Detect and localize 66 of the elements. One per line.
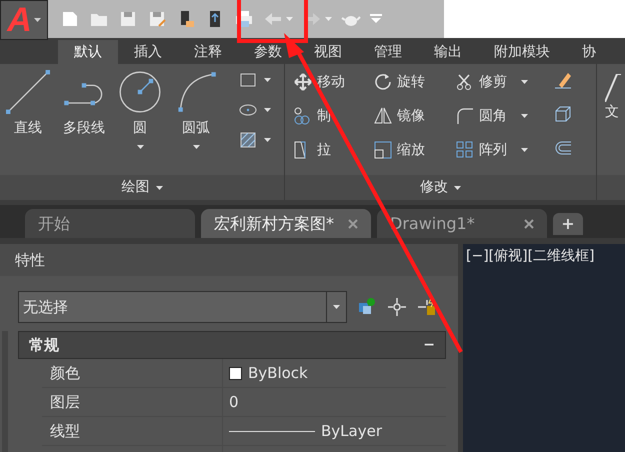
draw-tool-button[interactable]: 多段线	[58, 70, 110, 175]
ribbon-tab[interactable]: 管理	[374, 42, 402, 62]
annotation-frame	[237, 0, 308, 43]
modify-tool-button[interactable]: 缩放	[373, 138, 455, 162]
panel-title[interactable]: 修改	[285, 175, 596, 200]
draw-tool-button[interactable]: 圆弧	[170, 70, 222, 175]
rotate-icon[interactable]	[373, 72, 393, 92]
caret-icon	[264, 108, 271, 112]
draw-tool-button[interactable]: 直线	[2, 70, 54, 175]
modify-tool-button[interactable]: 拉	[293, 138, 373, 162]
ribbon-tab[interactable]: 输出	[434, 42, 462, 62]
file-tab[interactable]: 宏利新村方案图*	[201, 209, 371, 238]
close-icon[interactable]	[348, 218, 358, 228]
text-tool-icon[interactable]	[605, 74, 623, 102]
caret-icon	[264, 78, 271, 82]
cube-icon[interactable]	[553, 104, 573, 124]
modify-tool-button[interactable]: 旋转	[373, 70, 455, 94]
ribbon-tab[interactable]: 视图	[314, 42, 342, 62]
caret-icon	[286, 17, 293, 21]
ribbon-tab[interactable]: 注释	[194, 42, 222, 62]
color-swatch	[229, 366, 242, 380]
line-icon[interactable]	[6, 70, 50, 114]
section-header[interactable]: 常规 −	[18, 331, 446, 359]
caret-icon	[454, 186, 461, 190]
property-value: ByBlock	[248, 362, 308, 384]
close-icon[interactable]	[524, 218, 534, 228]
circle-icon[interactable]	[118, 70, 162, 114]
caret-icon	[325, 17, 332, 21]
hatch-icon[interactable]	[238, 130, 258, 150]
viewport-controls[interactable]: [−][俯视][二维线框]	[466, 248, 595, 264]
quick-select-icon[interactable]	[357, 297, 377, 317]
modify-tool-button[interactable]: 圆角	[455, 104, 547, 128]
property-value: 0	[229, 392, 239, 413]
crosshair-icon[interactable]	[387, 297, 407, 317]
pick-objects-icon[interactable]	[417, 297, 437, 317]
modify-tool-button[interactable]: 移动	[293, 70, 373, 94]
property-name: 线型	[42, 417, 223, 445]
caret-icon	[156, 186, 162, 190]
ribbon-tab[interactable]: 默认	[58, 40, 118, 64]
property-name: 图层	[42, 388, 223, 416]
scale-squares-icon[interactable]	[373, 140, 393, 160]
property-name: 颜色	[42, 359, 223, 387]
fillet-corner-icon[interactable]	[455, 106, 475, 126]
eraser-icon[interactable]	[553, 70, 573, 90]
modify-tool-button[interactable]: 修剪	[455, 70, 547, 94]
panel-title[interactable]: 绘图	[0, 175, 284, 200]
caret-icon	[264, 138, 271, 142]
caret-icon	[333, 305, 340, 309]
mirror-triangle-icon[interactable]	[373, 106, 393, 126]
ribbon-tab[interactable]: 协	[582, 42, 596, 62]
property-value: ByLayer	[321, 420, 382, 442]
modify-tool-button[interactable]: 镜像	[373, 104, 455, 128]
ribbon-tab[interactable]: 附加模块	[494, 42, 550, 62]
ribbon-tab[interactable]: 插入	[134, 42, 162, 62]
printer-icon[interactable]	[234, 9, 254, 29]
file-tab[interactable]: 开始	[25, 209, 195, 238]
text-tool-label[interactable]: 文	[605, 102, 619, 123]
ribbon-tab[interactable]: 参数	[254, 42, 282, 62]
modify-tool-button[interactable]: 阵列	[455, 138, 547, 162]
move-arrows-icon[interactable]	[293, 72, 313, 92]
draw-tool-button[interactable]: 圆	[114, 70, 166, 175]
caret-icon	[34, 18, 41, 22]
palette-title: 特性	[15, 250, 45, 271]
selection-dropdown[interactable]: 无选择	[18, 291, 347, 323]
grid-icon[interactable]	[455, 140, 475, 160]
new-tab-button[interactable]: +	[553, 213, 583, 235]
